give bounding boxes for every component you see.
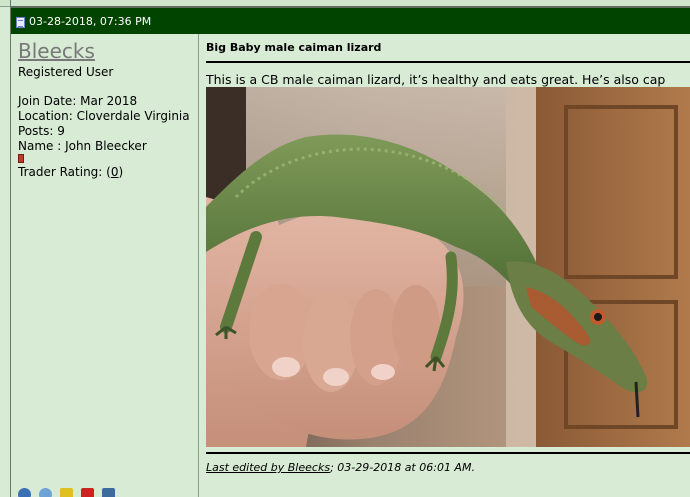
edit-note: Last edited by Bleecks; 03-29-2018 at 06… <box>206 461 475 474</box>
user-action-icons <box>18 488 123 497</box>
user-info-panel: Bleecks Registered User Join Date: Mar 2… <box>11 34 199 497</box>
edit-date: ; 03-29-2018 at 06:01 AM. <box>330 461 475 474</box>
message-title: Big Baby male caiman lizard <box>206 41 382 54</box>
trader-rating: Trader Rating: (0) <box>18 165 190 180</box>
last-edited-link[interactable]: Last edited by Bleecks <box>206 461 330 474</box>
user-details: Join Date: Mar 2018 Location: Cloverdale… <box>18 94 190 180</box>
location: Location: Cloverdale Virginia <box>18 109 190 123</box>
folder-icon[interactable] <box>60 488 73 497</box>
post-icon <box>16 17 25 28</box>
reputation-icon <box>18 154 190 165</box>
message-icon[interactable] <box>102 488 115 497</box>
signature-divider <box>206 452 690 454</box>
user-title: Registered User <box>18 65 114 79</box>
homepage-icon[interactable] <box>39 488 52 497</box>
trader-rating-close: ) <box>118 165 124 179</box>
title-divider <box>206 61 690 63</box>
real-name: Name : John Bleecker <box>18 139 147 153</box>
post-header: 03-28-2018, 07:36 PM <box>11 6 690 34</box>
caiman-lizard-photo <box>206 87 690 447</box>
trader-rating-label: Trader Rating: ( <box>18 165 111 179</box>
username-link[interactable]: Bleecks <box>18 39 95 63</box>
join-date: Join Date: Mar 2018 <box>18 94 138 108</box>
post-date: 03-28-2018, 07:36 PM <box>29 15 152 28</box>
message-text: This is a CB male caiman lizard, it’s he… <box>206 72 666 87</box>
report-icon[interactable] <box>81 488 94 497</box>
profile-icon[interactable] <box>18 488 31 497</box>
post-count: Posts: 9 <box>18 124 65 138</box>
message-panel: Big Baby male caiman lizard This is a CB… <box>200 34 690 497</box>
